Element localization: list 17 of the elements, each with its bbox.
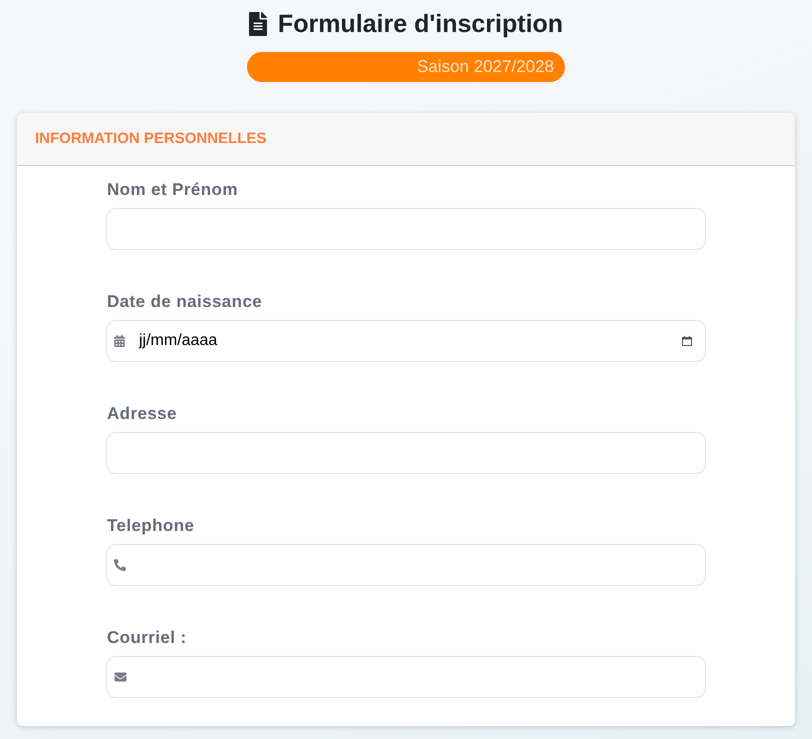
input-field[interactable] xyxy=(106,208,706,250)
season-badge: Saison 2027/2028 xyxy=(247,52,565,82)
phone-field[interactable] xyxy=(106,544,706,586)
field-label: Adresse xyxy=(106,403,177,425)
document-icon xyxy=(248,12,267,36)
section-title: INFORMATION PERSONNELLES xyxy=(35,128,266,149)
email-field[interactable] xyxy=(106,656,706,698)
envelope-icon xyxy=(114,671,127,683)
calendar-picker-icon[interactable] xyxy=(682,336,692,346)
field-label: Nom et Prénom xyxy=(106,179,238,201)
field-label: Courriel : xyxy=(106,627,187,649)
field-label: Telephone xyxy=(106,515,194,537)
calendar-icon xyxy=(114,335,125,347)
page-title: Formulaire d'inscription xyxy=(278,9,564,40)
phone-icon xyxy=(114,559,126,571)
field-label: Date de naissance xyxy=(106,291,262,313)
input-field[interactable] xyxy=(106,432,706,474)
